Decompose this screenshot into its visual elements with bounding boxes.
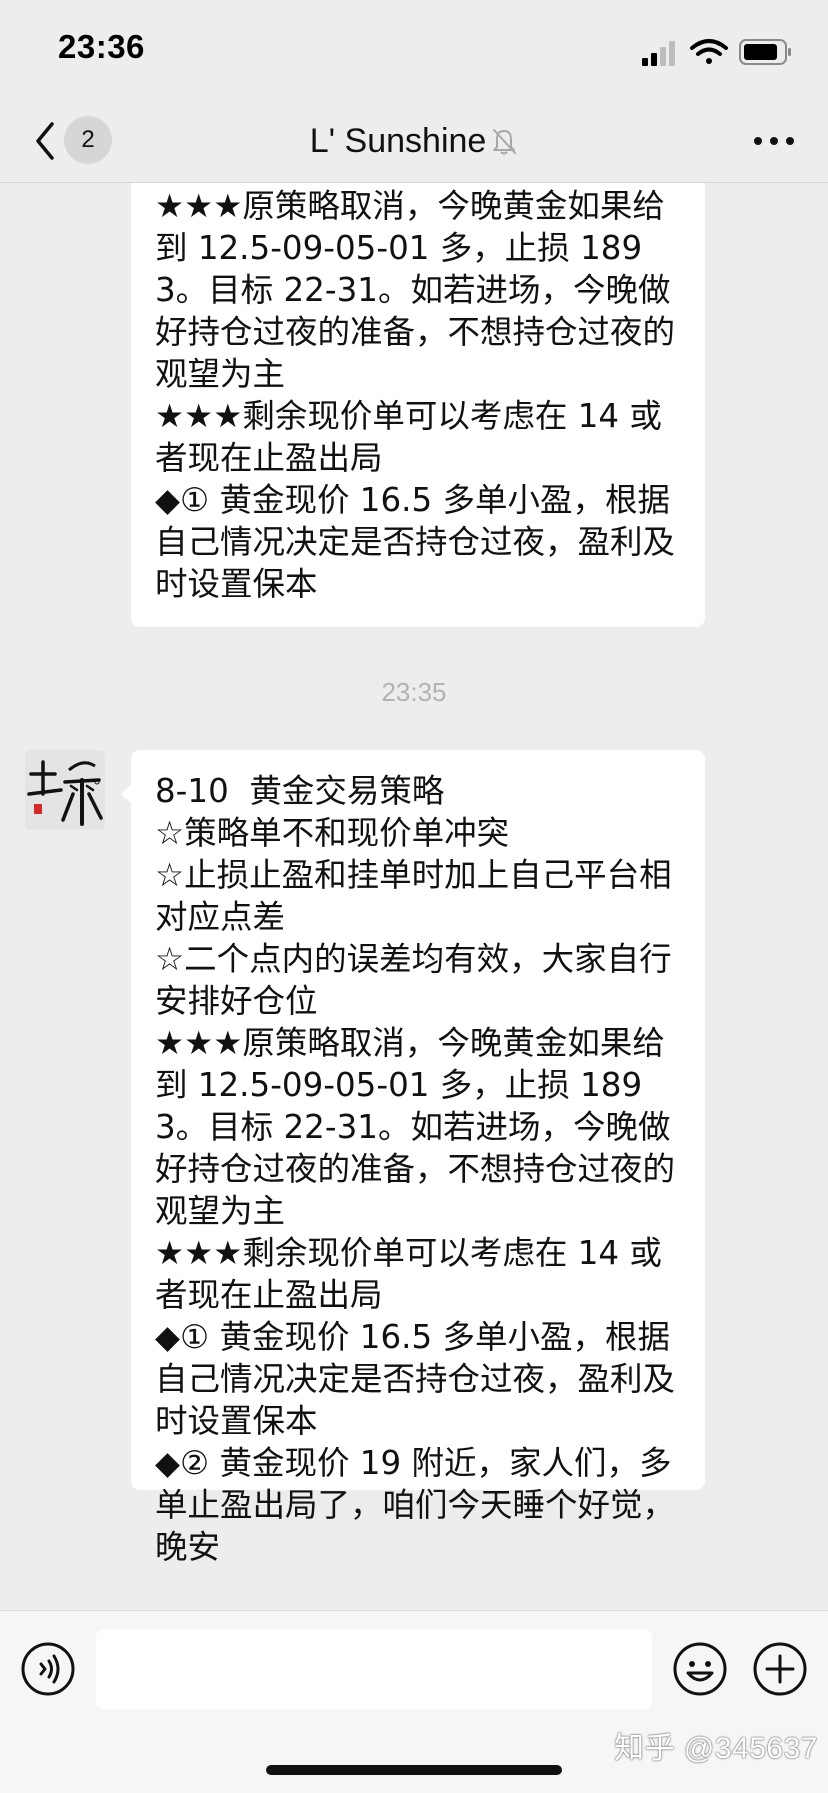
message-input[interactable] — [96, 1629, 652, 1709]
emoji-icon — [673, 1642, 727, 1696]
input-bar: 知乎 @345637 — [0, 1610, 828, 1793]
chat-title: L' Sunshine — [0, 120, 828, 161]
more-dots-icon — [754, 137, 794, 145]
more-functions-button[interactable] — [752, 1641, 808, 1697]
watermark-text: 知乎 @345637 — [614, 1732, 818, 1765]
bell-slash-icon — [493, 129, 517, 155]
avatar-logo-image — [25, 750, 105, 830]
chat-message-list[interactable]: ★★★原策略取消，今晚黄金如果给到 12.5-09-05-01 多，止损 189… — [0, 183, 828, 1610]
status-bar: 23:36 — [0, 0, 828, 100]
status-time: 23:36 — [58, 28, 145, 65]
sender-avatar[interactable] — [25, 750, 105, 830]
home-indicator[interactable] — [266, 1765, 562, 1775]
emoji-button[interactable] — [672, 1641, 728, 1697]
cellular-signal-icon — [642, 41, 675, 66]
wifi-icon — [690, 39, 728, 64]
plus-icon — [753, 1642, 807, 1696]
message-bubble[interactable]: 8-10 黄金交易策略 ☆策略单不和现价单冲突 ☆止损止盈和挂单时加上自己平台相… — [121, 750, 705, 1566]
voice-icon — [21, 1642, 75, 1696]
more-options-button[interactable] — [752, 126, 796, 156]
voice-input-button[interactable] — [20, 1641, 76, 1697]
status-icons — [618, 34, 798, 70]
message-bubble[interactable]: ★★★原策略取消，今晚黄金如果给到 12.5-09-05-01 多，止损 189… — [131, 183, 705, 627]
battery-icon — [739, 39, 791, 65]
message-timestamp: 23:35 — [381, 677, 447, 707]
chat-title-text: L' Sunshine — [309, 121, 487, 160]
chat-header: 2 L' Sunshine — [0, 100, 828, 183]
